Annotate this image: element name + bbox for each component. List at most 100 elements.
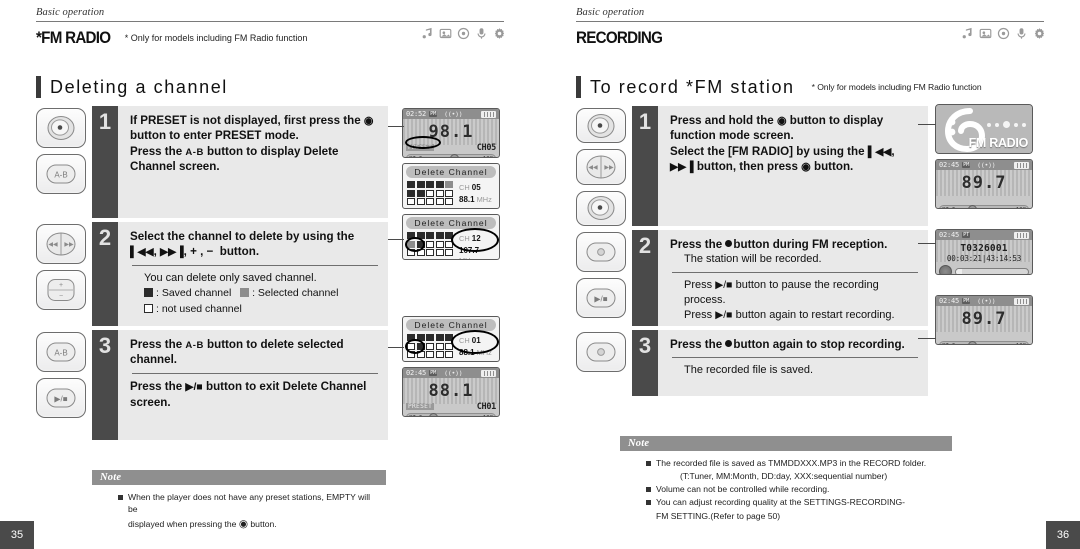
ab-button[interactable]: A-B <box>36 332 86 372</box>
record-disc-icon <box>457 27 470 39</box>
play-stop-button[interactable]: ▶/■ <box>576 278 626 318</box>
scale-track <box>967 341 977 344</box>
ch-freq: 107.7 <box>459 245 480 255</box>
step-3-body: Press the button again to stop recording… <box>658 330 928 396</box>
step-1-number: 1 <box>92 106 118 218</box>
channel-info: CH 01 88.1 MHz <box>459 334 492 358</box>
step-3-buttons: A-B ▶/■ <box>36 330 92 440</box>
scale-max: 108 <box>483 156 493 158</box>
step-2-legend: : Saved channel : Selected channel : not… <box>130 286 378 318</box>
step-2-number: 2 <box>92 222 118 326</box>
lcd-fm-preset-screen: 02:52 PM ((•)) 98.1 PRESET CH05 87.5 108 <box>402 108 500 158</box>
scale-track <box>967 205 977 208</box>
step-2-buttons: ◀◀ ▶▶ + − <box>36 222 92 326</box>
gear-icon <box>494 27 505 39</box>
lcd-preset-row: PRESET CH05 <box>403 142 499 153</box>
leader-line-1 <box>388 126 404 128</box>
section-title: To record *FM station <box>590 76 795 97</box>
lcd-channel: CH01 <box>476 401 497 412</box>
ch-label: CH <box>459 336 470 345</box>
lcd-frequency: 98.1 <box>428 122 474 142</box>
note-item-cont: displayed when pressing the ◉ button. <box>128 517 277 530</box>
svg-text:◀◀: ◀◀ <box>588 165 598 171</box>
step-3-divider <box>132 372 378 374</box>
tuning-scale: 87.5 108 <box>406 413 496 416</box>
lcd-time: 02:45 <box>939 297 960 305</box>
ch-freq-unit: MHz <box>476 347 492 357</box>
ab-button[interactable]: A-B <box>36 154 86 194</box>
prev-next-button[interactable]: ◀◀ ▶▶ <box>576 149 626 185</box>
lcd-frequency: 88.1 <box>428 381 474 401</box>
scale-track <box>428 413 438 416</box>
right-steps: ◀◀ ▶▶ 1 Press and hold the ◉ button to di… <box>576 106 928 400</box>
step-3: A-B ▶/■ 3 Press the A-B button to delete… <box>36 330 388 440</box>
page-number-left: 35 <box>0 521 34 549</box>
lcd-statusbar: 02:45 PM ((•)) <box>936 296 1032 306</box>
step-3-line-1: Press the button again to stop recording… <box>670 338 905 351</box>
lcd-signal-icon: ((•)) <box>444 369 463 377</box>
record-button[interactable] <box>576 232 626 272</box>
header-rule <box>576 20 1046 40</box>
left-page: Basic operation *FM RADIO * Only for mode… <box>0 0 540 549</box>
lcd-ampm: PM <box>429 111 438 117</box>
step-1-line-2: Press the A-B button to display Delete C… <box>130 144 339 174</box>
channel-info: CH 12 107.7 MHz <box>459 232 495 259</box>
page-number-right: 36 <box>1046 521 1080 549</box>
step-3-line-2: Press the ▶/■ button to exit Delete Chan… <box>130 379 367 409</box>
lcd-preset-row: PRESET CH01 <box>403 401 499 412</box>
mode-dial-button[interactable] <box>576 108 626 144</box>
svg-text:◀◀: ◀◀ <box>48 242 58 248</box>
record-disc-icon <box>997 27 1010 39</box>
battery-icon <box>1014 161 1029 169</box>
page-title: RECORDING <box>576 29 663 48</box>
battery-icon <box>481 110 496 118</box>
breadcrumb: Basic operation <box>36 7 105 18</box>
tuning-scale: 87.5 108 <box>939 205 1029 208</box>
leader-line-2 <box>918 243 936 245</box>
mode-dial-button[interactable] <box>36 108 86 148</box>
microphone-icon <box>1017 27 1026 39</box>
scale-knob <box>967 341 977 344</box>
legend-swatch-unused <box>144 303 153 313</box>
lcd-signal-icon: ((•)) <box>977 297 996 305</box>
delete-channel-title: Delete Channel <box>406 217 496 229</box>
lcd-frequency: 89.7 <box>961 309 1007 329</box>
leader-line-3 <box>918 338 936 340</box>
lcd-statusbar: 02:45 PM ((•)) <box>936 160 1032 170</box>
note-title: Note <box>92 470 386 485</box>
plus-minus-button[interactable]: + − <box>36 270 86 310</box>
scale-knob <box>449 154 459 157</box>
svg-text:+: + <box>59 282 63 289</box>
delete-channel-body: CH 01 88.1 MHz <box>403 331 499 358</box>
legend-swatch-saved <box>144 287 153 297</box>
prev-next-button[interactable]: ◀◀ ▶▶ <box>36 224 86 264</box>
play-stop-button[interactable]: ▶/■ <box>36 378 86 418</box>
step-2-line-1: Press the button during FM reception. <box>670 238 888 251</box>
header-icon-row <box>415 26 506 40</box>
channel-grid[interactable] <box>407 181 453 205</box>
step-2: ◀◀ ▶▶ + − 2 Select the channel to delete b… <box>36 222 388 326</box>
manual-spread: Basic operation *FM RADIO * Only for mode… <box>0 0 1080 549</box>
channel-grid[interactable] <box>407 232 453 259</box>
battery-icon <box>1014 297 1029 305</box>
record-button[interactable] <box>576 332 626 372</box>
mode-dial-button[interactable] <box>576 190 626 226</box>
step-1-number: 1 <box>632 106 658 226</box>
scale-knob <box>428 413 438 416</box>
ch-freq-unit: MHz <box>476 194 492 204</box>
note-item: The recorded file is saved as TMMDDXXX.M… <box>646 457 946 469</box>
scale-min: 87.5 <box>942 343 955 345</box>
lcd-signal-icon: ((•)) <box>977 161 996 169</box>
preset-tag: PRESET <box>406 403 435 410</box>
lcd-preset-row <box>936 193 1032 204</box>
step-1-line-1: Press and hold the ◉ button to display f… <box>670 114 884 143</box>
record-indicator-icon <box>939 265 952 274</box>
left-header: Basic operation *FM RADIO * Only for mode… <box>36 7 506 48</box>
legend-label-unused: : not used channel <box>156 302 242 315</box>
leader-line-2 <box>388 239 404 241</box>
channel-grid[interactable] <box>407 334 453 358</box>
left-steps: A-B 1 If PRESET is not displayed, first … <box>36 106 388 444</box>
lcd-fm-preset-ch01: 02:45 PM ((•)) 88.1 PRESET CH01 87.5 108 <box>402 367 500 417</box>
battery-icon <box>481 369 496 377</box>
delete-channel-body: CH 12 107.7 MHz <box>403 229 499 259</box>
